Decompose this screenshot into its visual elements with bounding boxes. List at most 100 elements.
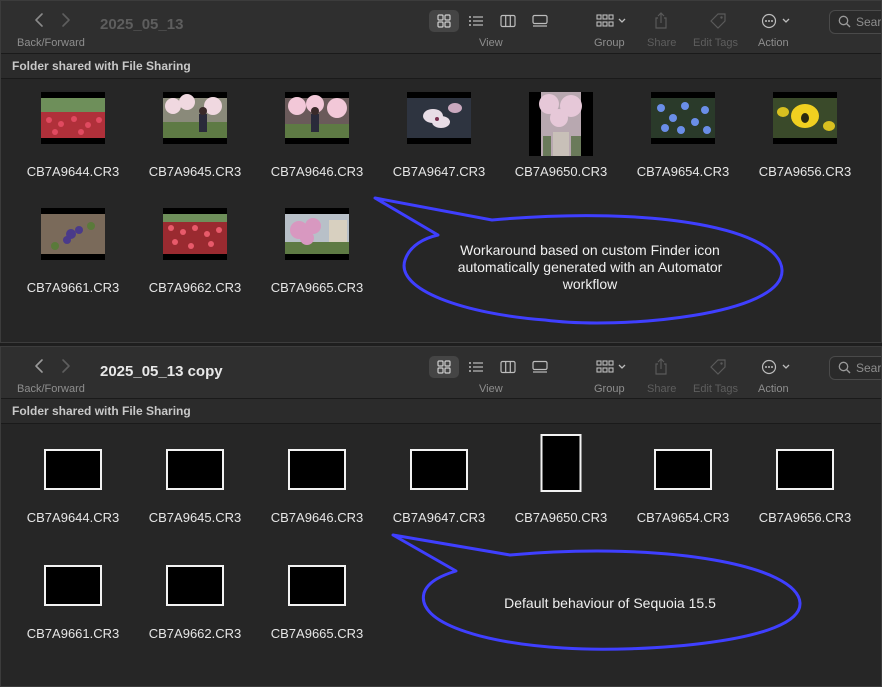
finder-window-original: Back/Forward 2025_05_13 View Group Share… — [0, 0, 882, 343]
icon-grid: CB7A9644.CR3 CB7A9645.CR3 CB7A9646.CR3 C… — [0, 424, 882, 687]
file-name: CB7A9656.CR3 — [758, 164, 852, 179]
generic-raw-icon — [166, 449, 224, 490]
edit-tags-button[interactable] — [707, 10, 729, 32]
file-name: CB7A9665.CR3 — [270, 626, 364, 641]
icon-view-button[interactable] — [429, 10, 459, 32]
file-item[interactable]: CB7A9665.CR3 — [257, 556, 377, 666]
ellipsis-circle-icon — [761, 359, 790, 375]
file-item[interactable]: CB7A9662.CR3 — [135, 208, 255, 318]
list-icon — [469, 362, 483, 372]
icon-grid: CB7A9644.CR3 CB7A9645.CR3 CB7A9646.CR3 C… — [0, 79, 882, 343]
file-item[interactable]: CB7A9644.CR3 — [13, 440, 133, 550]
file-name: CB7A9647.CR3 — [392, 510, 486, 525]
file-item[interactable]: CB7A9645.CR3 — [135, 92, 255, 202]
chevron-left-icon[interactable] — [33, 12, 47, 28]
thumbnail-image — [285, 92, 349, 144]
ellipsis-circle-icon — [761, 13, 790, 29]
window-title: 2025_05_13 — [100, 16, 184, 33]
column-view-button[interactable] — [493, 10, 523, 32]
group-label: Group — [594, 383, 625, 395]
file-name: CB7A9662.CR3 — [148, 280, 242, 295]
group-icon — [596, 360, 626, 373]
generic-raw-icon — [776, 449, 834, 490]
thumbnail-image — [651, 92, 715, 144]
back-forward-control[interactable] — [28, 10, 84, 32]
action-button[interactable] — [760, 10, 792, 32]
group-button[interactable] — [594, 10, 628, 32]
action-button[interactable] — [760, 356, 792, 378]
file-item[interactable]: CB7A9654.CR3 — [623, 92, 743, 202]
share-button[interactable] — [651, 10, 671, 32]
chevron-right-icon[interactable] — [58, 12, 72, 28]
file-item[interactable]: CB7A9661.CR3 — [13, 556, 133, 666]
column-view-button[interactable] — [493, 356, 523, 378]
generic-raw-icon — [288, 449, 346, 490]
file-name: CB7A9644.CR3 — [26, 510, 120, 525]
file-item[interactable]: CB7A9644.CR3 — [13, 92, 133, 202]
file-item[interactable]: CB7A9650.CR3 — [501, 92, 621, 202]
list-view-button[interactable] — [461, 356, 491, 378]
grid-icon — [437, 360, 451, 374]
group-button[interactable] — [594, 356, 628, 378]
chevron-right-icon[interactable] — [58, 358, 72, 374]
share-icon — [655, 358, 667, 375]
file-name: CB7A9644.CR3 — [26, 164, 120, 179]
action-label: Action — [758, 383, 789, 395]
view-label: View — [479, 37, 503, 49]
thumbnail-image — [163, 208, 227, 260]
file-name: CB7A9646.CR3 — [270, 510, 364, 525]
share-button[interactable] — [651, 356, 671, 378]
file-name: CB7A9654.CR3 — [636, 510, 730, 525]
thumbnail-image — [41, 208, 105, 260]
thumbnail-image — [773, 92, 837, 144]
file-item[interactable]: CB7A9646.CR3 — [257, 440, 377, 550]
action-label: Action — [758, 37, 789, 49]
gallery-view-button[interactable] — [525, 10, 555, 32]
file-item[interactable]: CB7A9647.CR3 — [379, 92, 499, 202]
search-field[interactable]: Sear — [829, 10, 882, 34]
finder-window-copy: Back/Forward 2025_05_13 copy View Group … — [0, 346, 882, 687]
generic-raw-icon — [288, 565, 346, 606]
share-icon — [655, 12, 667, 29]
grid-icon — [437, 14, 451, 28]
gallery-icon — [532, 14, 548, 27]
file-name: CB7A9650.CR3 — [514, 510, 608, 525]
chevron-left-icon[interactable] — [33, 358, 47, 374]
list-view-button[interactable] — [461, 10, 491, 32]
tag-icon — [710, 359, 726, 375]
file-item[interactable]: CB7A9654.CR3 — [623, 440, 743, 550]
file-item[interactable]: CB7A9662.CR3 — [135, 556, 255, 666]
group-icon — [596, 14, 626, 27]
generic-raw-icon — [44, 449, 102, 490]
generic-raw-icon — [410, 449, 468, 490]
search-placeholder: Sear — [856, 15, 882, 29]
file-name: CB7A9646.CR3 — [270, 164, 364, 179]
file-name: CB7A9645.CR3 — [148, 510, 242, 525]
generic-raw-icon — [654, 449, 712, 490]
file-name: CB7A9650.CR3 — [514, 164, 608, 179]
back-forward-label: Back/Forward — [17, 37, 85, 49]
back-forward-control[interactable] — [28, 356, 84, 378]
callout-text: Workaround based on custom Finder icon a… — [457, 242, 723, 292]
thumbnail-image — [407, 92, 471, 144]
file-item[interactable]: CB7A9656.CR3 — [745, 92, 865, 202]
file-item[interactable]: CB7A9650.CR3 — [501, 434, 621, 550]
file-item[interactable]: CB7A9665.CR3 — [257, 208, 377, 318]
edit-tags-button[interactable] — [707, 356, 729, 378]
toolbar: Back/Forward 2025_05_13 View Group Share… — [0, 0, 882, 54]
toolbar: Back/Forward 2025_05_13 copy View Group … — [0, 346, 882, 399]
search-placeholder: Sear — [856, 361, 882, 375]
gallery-view-button[interactable] — [525, 356, 555, 378]
file-item[interactable]: CB7A9646.CR3 — [257, 92, 377, 202]
icon-view-button[interactable] — [429, 356, 459, 378]
columns-icon — [500, 360, 516, 374]
file-item[interactable]: CB7A9661.CR3 — [13, 208, 133, 318]
file-item[interactable]: CB7A9645.CR3 — [135, 440, 255, 550]
search-field[interactable]: Sear — [829, 356, 882, 380]
edit-tags-label: Edit Tags — [693, 383, 739, 395]
thumbnail-image — [285, 208, 349, 260]
file-item[interactable]: CB7A9656.CR3 — [745, 440, 865, 550]
generic-raw-icon — [44, 565, 102, 606]
columns-icon — [500, 14, 516, 28]
file-item[interactable]: CB7A9647.CR3 — [379, 440, 499, 550]
